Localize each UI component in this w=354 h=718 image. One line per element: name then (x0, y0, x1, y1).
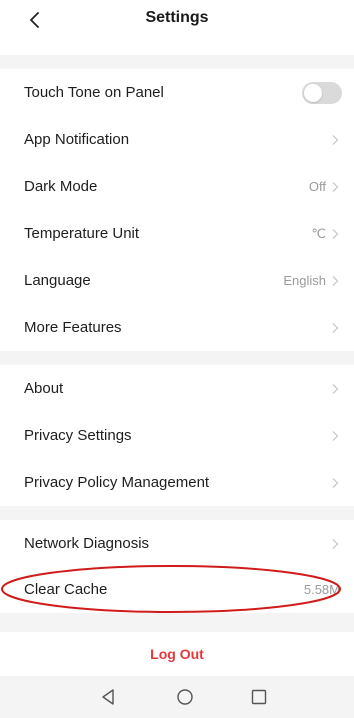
row-label: Clear Cache (24, 581, 108, 598)
more-features-row[interactable]: More Features (0, 304, 354, 351)
chevron-right-icon (330, 275, 340, 287)
section-divider (0, 55, 354, 69)
section-divider (0, 613, 354, 632)
section-divider (0, 506, 354, 520)
dark-mode-row[interactable]: Dark Mode Off (0, 163, 354, 210)
chevron-right-icon (330, 477, 340, 489)
cache-size-value: 5.58M (303, 582, 340, 597)
square-recents-icon (251, 689, 267, 705)
language-row[interactable]: Language English (0, 257, 354, 304)
triangle-back-icon (102, 689, 114, 705)
row-value: English (283, 273, 326, 288)
row-label: Privacy Policy Management (24, 474, 210, 491)
row-label: More Features (24, 319, 122, 336)
temperature-unit-row[interactable]: Temperature Unit ℃ (0, 210, 354, 257)
row-label: Dark Mode (24, 178, 98, 195)
section-divider (0, 351, 354, 365)
circle-home-icon (177, 689, 193, 705)
toggle-knob (304, 83, 322, 102)
network-diagnosis-row[interactable]: Network Diagnosis (0, 520, 354, 567)
header-bar: Settings (0, 0, 354, 55)
row-label: Touch Tone on Panel (24, 84, 164, 101)
log-out-label: Log Out (150, 646, 204, 662)
privacy-settings-row[interactable]: Privacy Settings (0, 412, 354, 459)
row-label: Temperature Unit (24, 225, 140, 242)
chevron-right-icon (330, 322, 340, 334)
clear-cache-row[interactable]: Clear Cache 5.58M (0, 566, 354, 613)
chevron-right-icon (330, 134, 340, 146)
row-value: ℃ (311, 225, 326, 241)
row-value: Off (308, 179, 326, 194)
nav-back-button[interactable] (96, 685, 120, 709)
chevron-right-icon (330, 383, 340, 395)
touch-tone-row[interactable]: Touch Tone on Panel (0, 69, 354, 116)
row-label: Language (24, 272, 91, 289)
row-label: Privacy Settings (24, 427, 132, 444)
app-notification-row[interactable]: App Notification (0, 116, 354, 163)
chevron-right-icon (330, 538, 340, 550)
privacy-policy-management-row[interactable]: Privacy Policy Management (0, 459, 354, 506)
touch-tone-toggle[interactable] (302, 81, 342, 104)
page-title: Settings (145, 9, 209, 26)
row-label: Network Diagnosis (24, 535, 150, 552)
row-label: App Notification (24, 131, 130, 148)
system-nav-bar (0, 676, 354, 718)
log-out-button[interactable]: Log Out (0, 632, 354, 676)
chevron-right-icon (330, 430, 340, 442)
nav-home-button[interactable] (173, 685, 197, 709)
chevron-right-icon (330, 228, 340, 240)
row-label: About (24, 380, 64, 397)
about-row[interactable]: About (0, 365, 354, 412)
chevron-right-icon (330, 181, 340, 193)
nav-recents-button[interactable] (247, 685, 271, 709)
